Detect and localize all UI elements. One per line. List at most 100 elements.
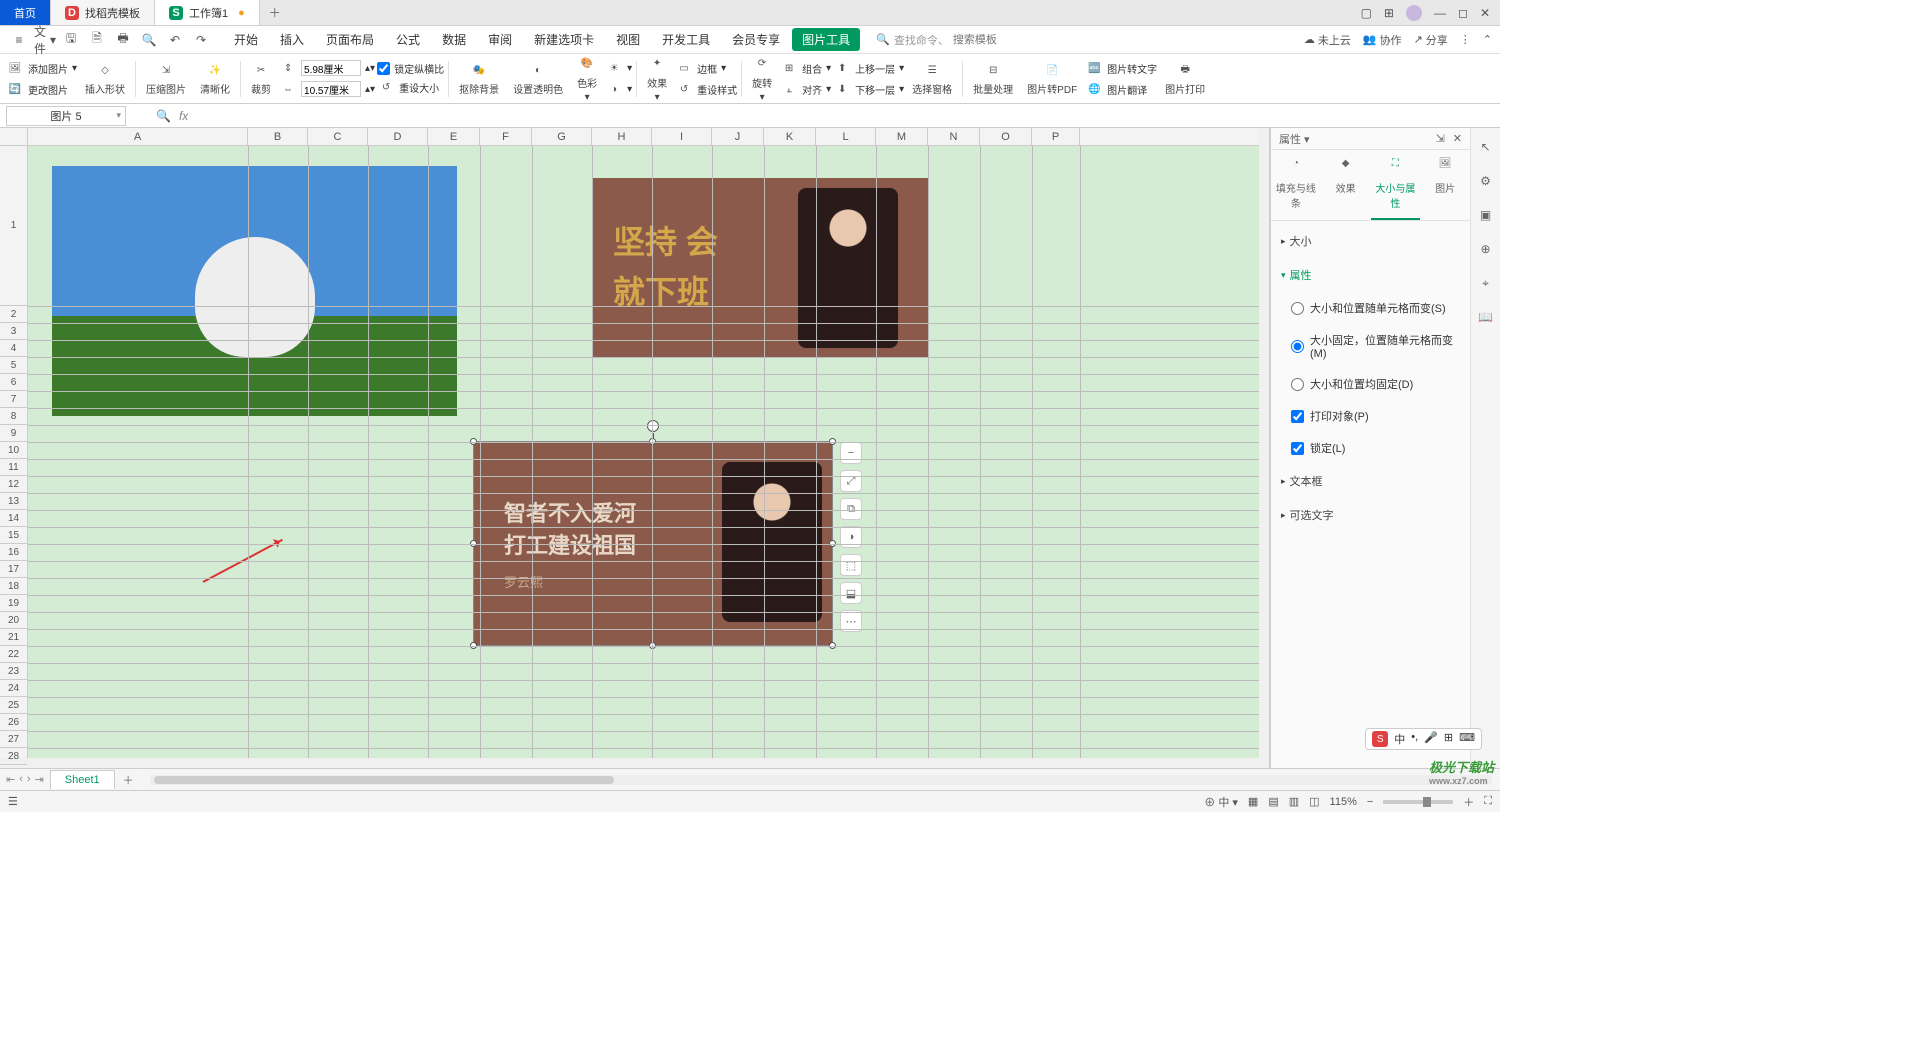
opt-fixed[interactable]: 大小和位置均固定(D) (1281, 373, 1460, 395)
zoom-slider[interactable] (1383, 800, 1453, 804)
coop-button[interactable]: 👥 协作 (1363, 32, 1402, 48)
ribbon-tab-5[interactable]: 审阅 (478, 27, 522, 52)
view-page-icon[interactable]: ▤ (1268, 795, 1278, 808)
ribbon-tab-1[interactable]: 插入 (270, 27, 314, 52)
cells-area[interactable]: 坚持 会就下班 智者不入爱河 打工建设祖国 罗云熙 (28, 146, 1259, 758)
side-select-icon[interactable]: ↖ (1477, 138, 1495, 156)
view-normal-icon[interactable]: ▦ (1248, 795, 1258, 808)
panel-tab-picture[interactable]: 🖼图片 (1420, 150, 1470, 220)
change-picture[interactable]: 🔄更改图片 (6, 80, 77, 98)
ribbon-tab-7[interactable]: 视图 (606, 27, 650, 52)
tab-add[interactable]: ＋ (260, 0, 290, 25)
bring-forward[interactable]: ⬆上移一层 ▾ (833, 59, 904, 77)
transparent-color[interactable]: ◐设置透明色 (507, 61, 569, 96)
color[interactable]: 🎨色彩 ▾ (571, 55, 603, 103)
ribbon-tab-6[interactable]: 新建选项卡 (524, 27, 604, 52)
insert-shape[interactable]: ◇插入形状 (79, 61, 131, 96)
float-layout[interactable]: ⬚ (840, 554, 862, 576)
clarity[interactable]: ✨清晰化 (194, 61, 236, 96)
image-banner-1[interactable]: 坚持 会就下班 (593, 178, 928, 358)
send-backward[interactable]: ⬇下移一层 ▾ (833, 80, 904, 98)
print-icon[interactable]: 🖶 (112, 29, 134, 51)
add-picture[interactable]: 🖼添加图片 ▾ (6, 59, 77, 77)
zoom-value[interactable]: 115% (1330, 796, 1357, 808)
opt-move-only[interactable]: 大小固定，位置随单元格而变(M) (1281, 329, 1460, 363)
side-location-icon[interactable]: ⌖ (1477, 274, 1495, 292)
crop[interactable]: ✂裁剪 (245, 61, 277, 96)
collapse-ribbon-icon[interactable]: ⌃ (1483, 33, 1492, 46)
fullscreen-icon[interactable]: ⛶ (1484, 795, 1492, 808)
redo-icon[interactable]: ↷ (190, 29, 212, 51)
sheet-first[interactable]: ⇤ (6, 773, 15, 786)
float-crop[interactable]: ⧉ (840, 498, 862, 520)
fx-search-icon[interactable]: 🔍 (156, 109, 171, 123)
preview-icon[interactable]: 🔍 (138, 29, 160, 51)
align[interactable]: ⫠对齐 ▾ (780, 80, 831, 98)
section-textbox[interactable]: 文本框 (1281, 469, 1460, 493)
search-input[interactable] (953, 34, 1033, 46)
brightness[interactable]: ☀▾ (605, 59, 632, 77)
selection-pane[interactable]: ☰选择窗格 (906, 61, 958, 96)
column-headers[interactable]: ABCDEFGHIJKLMNOP (28, 128, 1259, 146)
zoom-out[interactable]: − (1367, 796, 1373, 808)
rotate-handle[interactable] (647, 420, 659, 432)
ribbon-tab-2[interactable]: 页面布局 (316, 27, 384, 52)
cloud-status[interactable]: ☁ 未上云 (1304, 32, 1351, 48)
panel-tab-fill[interactable]: ◔填充与线条 (1271, 150, 1321, 220)
save-as-icon[interactable]: 🗎 (86, 29, 108, 51)
vertical-scrollbar[interactable] (1259, 128, 1269, 758)
horizontal-scrollbar[interactable] (150, 775, 1492, 785)
panel-pin-icon[interactable]: ⇲ (1436, 132, 1445, 145)
ribbon-tab-0[interactable]: 开始 (224, 27, 268, 52)
panel-close-icon[interactable]: ✕ (1453, 132, 1462, 145)
hamburger-icon[interactable]: ≡ (8, 29, 30, 51)
layout-icon[interactable]: ▢ (1361, 6, 1372, 20)
image-dog[interactable] (52, 166, 457, 416)
section-size[interactable]: 大小 (1281, 229, 1460, 253)
tab-home[interactable]: 首页 (0, 0, 51, 25)
float-zoom-out[interactable]: − (840, 442, 862, 464)
view-split-icon[interactable]: ◫ (1309, 795, 1319, 808)
height-input[interactable] (301, 60, 361, 76)
side-settings-icon[interactable]: ⚙ (1477, 172, 1495, 190)
sheet-next[interactable]: › (27, 773, 31, 786)
avatar-icon[interactable] (1406, 5, 1422, 21)
undo-icon[interactable]: ↶ (164, 29, 186, 51)
lock-ratio[interactable]: 锁定纵横比 (377, 61, 444, 76)
compress-picture[interactable]: ⇲压缩图片 (140, 61, 192, 96)
zoom-in[interactable]: ＋ (1463, 794, 1474, 810)
contrast[interactable]: ◑▾ (605, 80, 632, 98)
chk-lock[interactable]: 锁定(L) (1281, 437, 1460, 459)
ribbon-tab-4[interactable]: 数据 (432, 27, 476, 52)
apps-icon[interactable]: ⊞ (1384, 6, 1394, 20)
spreadsheet-grid[interactable]: ABCDEFGHIJKLMNOP 12345678910111213141516… (0, 128, 1270, 768)
sheet-add[interactable]: ＋ (115, 772, 142, 788)
reset-style[interactable]: ↺重设样式 (675, 80, 737, 98)
chk-print[interactable]: 打印对象(P) (1281, 405, 1460, 427)
lang-icon[interactable]: ⊕ 中 ▾ (1204, 794, 1238, 810)
panel-tab-effects[interactable]: ◆效果 (1321, 150, 1371, 220)
border[interactable]: ▭边框 ▾ (675, 59, 737, 77)
panel-tab-size[interactable]: ⛶大小与属性 (1371, 150, 1421, 220)
width-input[interactable] (301, 81, 361, 97)
ribbon-tab-picture-tools[interactable]: 图片工具 (792, 28, 860, 51)
float-replace[interactable]: ⬓ (840, 582, 862, 604)
reset-size[interactable]: ↺重设大小 (377, 79, 444, 97)
side-style-icon[interactable]: ▣ (1477, 206, 1495, 224)
tab-template[interactable]: D 找稻壳模板 (51, 0, 155, 25)
view-read-icon[interactable]: ▥ (1289, 795, 1299, 808)
save-icon[interactable]: 🖫 (60, 29, 82, 51)
float-zoom-fit[interactable]: ⤢ (840, 470, 862, 492)
remove-bg[interactable]: 🎭抠除背景 (453, 61, 505, 96)
pic-print[interactable]: 🖶图片打印 (1159, 61, 1211, 96)
close-icon[interactable]: ✕ (1480, 6, 1490, 20)
side-book-icon[interactable]: 📖 (1477, 308, 1495, 326)
row-headers[interactable]: 1234567891011121314151617181920212223242… (0, 146, 28, 758)
section-properties[interactable]: 属性 (1281, 263, 1460, 287)
select-all-corner[interactable] (0, 128, 28, 146)
effects[interactable]: ✦效果 ▾ (641, 55, 673, 103)
ribbon-tab-3[interactable]: 公式 (386, 27, 430, 52)
ribbon-tab-8[interactable]: 开发工具 (652, 27, 720, 52)
side-link-icon[interactable]: ⊕ (1477, 240, 1495, 258)
minimize-icon[interactable]: — (1434, 6, 1446, 20)
